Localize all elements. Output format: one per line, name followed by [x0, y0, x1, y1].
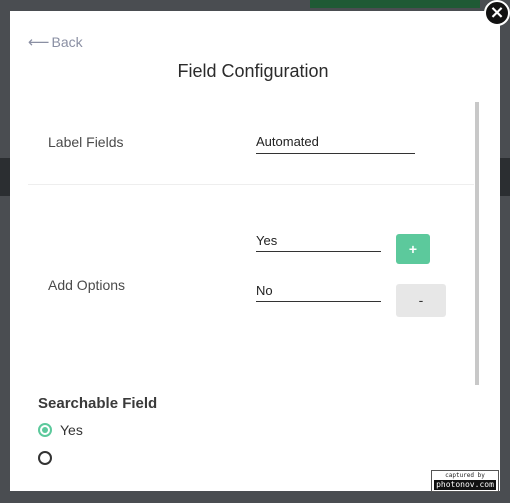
- add-option-button[interactable]: +: [396, 234, 430, 264]
- back-label: Back: [51, 34, 83, 50]
- remove-option-button[interactable]: -: [396, 284, 446, 317]
- label-fields-input[interactable]: Automated: [256, 134, 415, 154]
- modal-title: Field Configuration: [177, 61, 329, 81]
- close-icon[interactable]: ×: [484, 0, 510, 26]
- back-link[interactable]: ⟵ Back: [28, 33, 83, 51]
- option-input-2[interactable]: No: [256, 283, 381, 302]
- add-options-row: Add Options Yes + No -: [28, 184, 474, 385]
- searchable-field-label: Searchable Field: [38, 395, 158, 412]
- background-brand-strip: [310, 0, 480, 8]
- searchable-option-yes-label: Yes: [60, 422, 83, 438]
- radio-checked-icon[interactable]: [38, 423, 52, 437]
- searchable-option-no[interactable]: [38, 451, 60, 465]
- watermark-line-1: captured by: [445, 472, 485, 479]
- label-fields-row: Label Fields Automated: [28, 101, 474, 184]
- background-overlay-right: [500, 158, 510, 196]
- watermark-line-2: photonov.com: [434, 480, 496, 490]
- background-overlay-left: [0, 158, 10, 196]
- add-options-label: Add Options: [48, 277, 126, 293]
- radio-unchecked-icon[interactable]: [38, 451, 52, 465]
- panel-scrollbar[interactable]: [475, 102, 479, 385]
- watermark-badge: captured by photonov.com: [431, 470, 499, 492]
- configuration-panel: Label Fields Automated Add Options Yes +…: [28, 101, 474, 485]
- arrow-left-icon: ⟵: [28, 33, 50, 51]
- searchable-option-yes[interactable]: Yes: [38, 422, 83, 438]
- option-input-1[interactable]: Yes: [256, 233, 381, 252]
- label-fields-label: Label Fields: [48, 134, 124, 150]
- field-configuration-modal: ⟵ Back Field Configuration Label Fields …: [10, 11, 500, 491]
